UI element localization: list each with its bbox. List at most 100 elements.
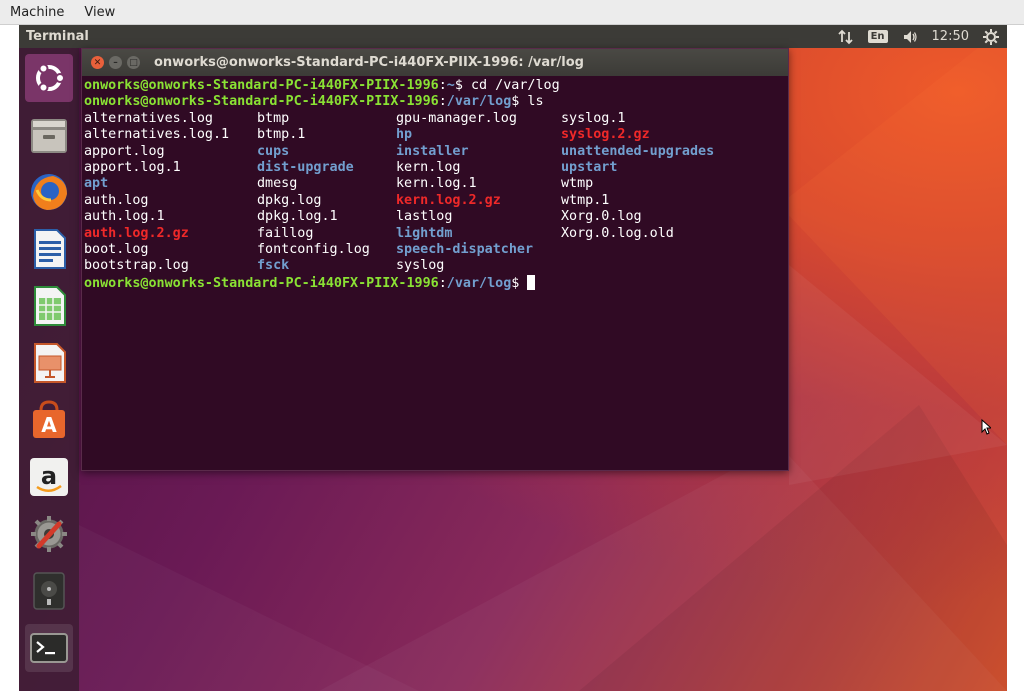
terminal-command-line: onworks@onworks-Standard-PC-i440FX-PIIX-… bbox=[84, 94, 786, 110]
ls-entry: upstart bbox=[561, 159, 618, 175]
maximize-button[interactable]: □ bbox=[127, 56, 140, 69]
launcher-item-impress[interactable] bbox=[25, 339, 73, 387]
ls-output-row: apt dmesg kern.log.1 wtmp bbox=[84, 176, 786, 192]
terminal-icon bbox=[30, 633, 68, 663]
ubuntu-software-icon: A bbox=[33, 400, 65, 438]
prompt-user-host: onworks@onworks-Standard-PC-i440FX-PIIX-… bbox=[84, 94, 439, 110]
ls-entry: speech-dispatcher bbox=[396, 241, 534, 257]
ls-entry: btmp bbox=[257, 110, 290, 126]
ls-entry: Xorg.0.log bbox=[561, 209, 642, 225]
firefox-icon bbox=[31, 174, 67, 210]
gear-icon[interactable] bbox=[983, 28, 999, 45]
terminal-output[interactable]: onworks@onworks-Standard-PC-i440FX-PIIX-… bbox=[82, 76, 788, 293]
ls-entry bbox=[561, 258, 761, 274]
minimize-button[interactable]: – bbox=[109, 56, 122, 69]
mouse-pointer-icon bbox=[981, 419, 991, 435]
libreoffice-writer-icon bbox=[34, 229, 66, 269]
ls-entry: auth.log.1 bbox=[84, 209, 165, 225]
ls-entry: auth.log.2.gz bbox=[84, 225, 189, 241]
ls-entry: dpkg.log.1 bbox=[257, 209, 338, 225]
ls-entry: kern.log.1 bbox=[396, 176, 477, 192]
ls-output-row: apport.log.1 dist-upgrade kern.log upstart bbox=[84, 160, 786, 176]
terminal-titlebar[interactable]: ✕ – □ onworks@onworks-Standard-PC-i440FX… bbox=[82, 49, 788, 76]
amazon-icon: a bbox=[30, 458, 68, 496]
libreoffice-calc-icon bbox=[34, 286, 66, 326]
ls-entry bbox=[561, 242, 761, 258]
prompt-symbol: $ bbox=[511, 275, 528, 291]
ls-entry: gpu-manager.log bbox=[396, 110, 517, 126]
launcher-item-software-center[interactable]: A bbox=[25, 396, 73, 444]
ls-entry: bootstrap.log bbox=[84, 258, 189, 274]
launcher-item-dash-home[interactable] bbox=[25, 54, 73, 102]
ls-entry: fontconfig.log bbox=[257, 241, 370, 257]
volume-icon[interactable] bbox=[902, 29, 918, 45]
launcher-item-disks[interactable] bbox=[25, 567, 73, 615]
prompt-user-host: onworks@onworks-Standard-PC-i440FX-PIIX-… bbox=[84, 78, 439, 93]
ls-entry: fsck bbox=[257, 258, 290, 274]
ls-output-row: alternatives.log.1 btmp.1 hp syslog.2.gz bbox=[84, 127, 786, 143]
ls-output-row: auth.log dpkg.log kern.log.2.gz wtmp.1 bbox=[84, 193, 786, 209]
guest-screen: Terminal En 12:50 A a ✕ – □ onworks@onwo… bbox=[19, 25, 1007, 691]
ls-entry: syslog.1 bbox=[561, 110, 626, 126]
ls-entry: cups bbox=[257, 143, 290, 159]
launcher-item-amazon[interactable]: a bbox=[25, 453, 73, 501]
network-icon[interactable] bbox=[837, 29, 854, 45]
launcher-item-settings[interactable] bbox=[25, 510, 73, 558]
launcher-item-terminal[interactable] bbox=[25, 624, 73, 672]
ls-entry: kern.log.2.gz bbox=[396, 192, 501, 208]
launcher-item-files[interactable] bbox=[25, 111, 73, 159]
terminal-window[interactable]: ✕ – □ onworks@onworks-Standard-PC-i440FX… bbox=[81, 48, 789, 471]
ls-entry: kern.log bbox=[396, 159, 461, 175]
prompt-symbol: $ bbox=[511, 94, 528, 110]
ls-entry: unattended-upgrades bbox=[561, 143, 715, 159]
ls-entry: wtmp bbox=[561, 176, 594, 192]
host-menu-machine[interactable]: Machine bbox=[0, 5, 74, 20]
ls-entry: faillog bbox=[257, 225, 314, 241]
ls-entry: apport.log bbox=[84, 143, 165, 159]
ls-output-row: auth.log.1 dpkg.log.1 lastlog Xorg.0.log bbox=[84, 209, 786, 225]
command-text: ls bbox=[527, 94, 544, 110]
prompt-separator: : bbox=[438, 78, 447, 93]
ls-output-row: boot.log fontconfig.log speech-dispatcher bbox=[84, 242, 786, 258]
ls-output-row: auth.log.2.gz faillog lightdm Xorg.0.log.ol… bbox=[84, 226, 786, 242]
keyboard-language-indicator[interactable]: En bbox=[867, 30, 888, 43]
host-menubar: Machine View bbox=[0, 0, 1024, 25]
prompt-path: /var/log bbox=[446, 275, 512, 291]
ls-entry: dist-upgrade bbox=[257, 159, 354, 175]
top-panel: Terminal En 12:50 bbox=[19, 25, 1007, 48]
ls-entry: syslog.2.gz bbox=[561, 127, 650, 143]
ls-entry: wtmp.1 bbox=[561, 192, 610, 208]
terminal-current-prompt[interactable]: onworks@onworks-Standard-PC-i440FX-PIIX-… bbox=[84, 274, 786, 291]
launcher-item-calc[interactable] bbox=[25, 282, 73, 330]
svg-text:A: A bbox=[41, 413, 57, 437]
ls-entry: dpkg.log bbox=[257, 192, 322, 208]
close-button[interactable]: ✕ bbox=[91, 56, 104, 69]
disk-icon bbox=[33, 572, 65, 610]
ls-entry: dmesg bbox=[257, 176, 298, 192]
prompt-separator: : bbox=[438, 94, 447, 110]
host-menu-view[interactable]: View bbox=[74, 5, 125, 20]
file-cabinet-icon bbox=[31, 119, 67, 153]
command-text: cd /var/log bbox=[470, 78, 560, 93]
ls-entry: apt bbox=[84, 176, 109, 192]
prompt-user-host: onworks@onworks-Standard-PC-i440FX-PIIX-… bbox=[84, 275, 439, 291]
prompt-separator: : bbox=[438, 275, 447, 291]
ls-entry: apport.log.1 bbox=[84, 159, 181, 175]
launcher-item-writer[interactable] bbox=[25, 225, 73, 273]
ls-entry: alternatives.log.1 bbox=[84, 127, 230, 143]
ls-entry: auth.log bbox=[84, 192, 149, 208]
text-cursor bbox=[527, 274, 536, 290]
system-settings-icon bbox=[31, 516, 67, 552]
launcher-item-firefox[interactable] bbox=[25, 168, 73, 216]
terminal-command-line: onworks@onworks-Standard-PC-i440FX-PIIX-… bbox=[84, 78, 786, 94]
svg-text:a: a bbox=[41, 462, 57, 490]
prompt-symbol: $ bbox=[454, 78, 471, 93]
libreoffice-impress-icon bbox=[34, 343, 66, 383]
ls-entry: installer bbox=[396, 143, 469, 159]
prompt-path: ~ bbox=[446, 78, 455, 93]
ls-entry: lightdm bbox=[396, 225, 453, 241]
clock[interactable]: 12:50 bbox=[932, 29, 969, 44]
launcher: A a bbox=[19, 48, 79, 691]
panel-indicators: En 12:50 bbox=[837, 28, 999, 45]
ls-entry: syslog bbox=[396, 258, 445, 274]
